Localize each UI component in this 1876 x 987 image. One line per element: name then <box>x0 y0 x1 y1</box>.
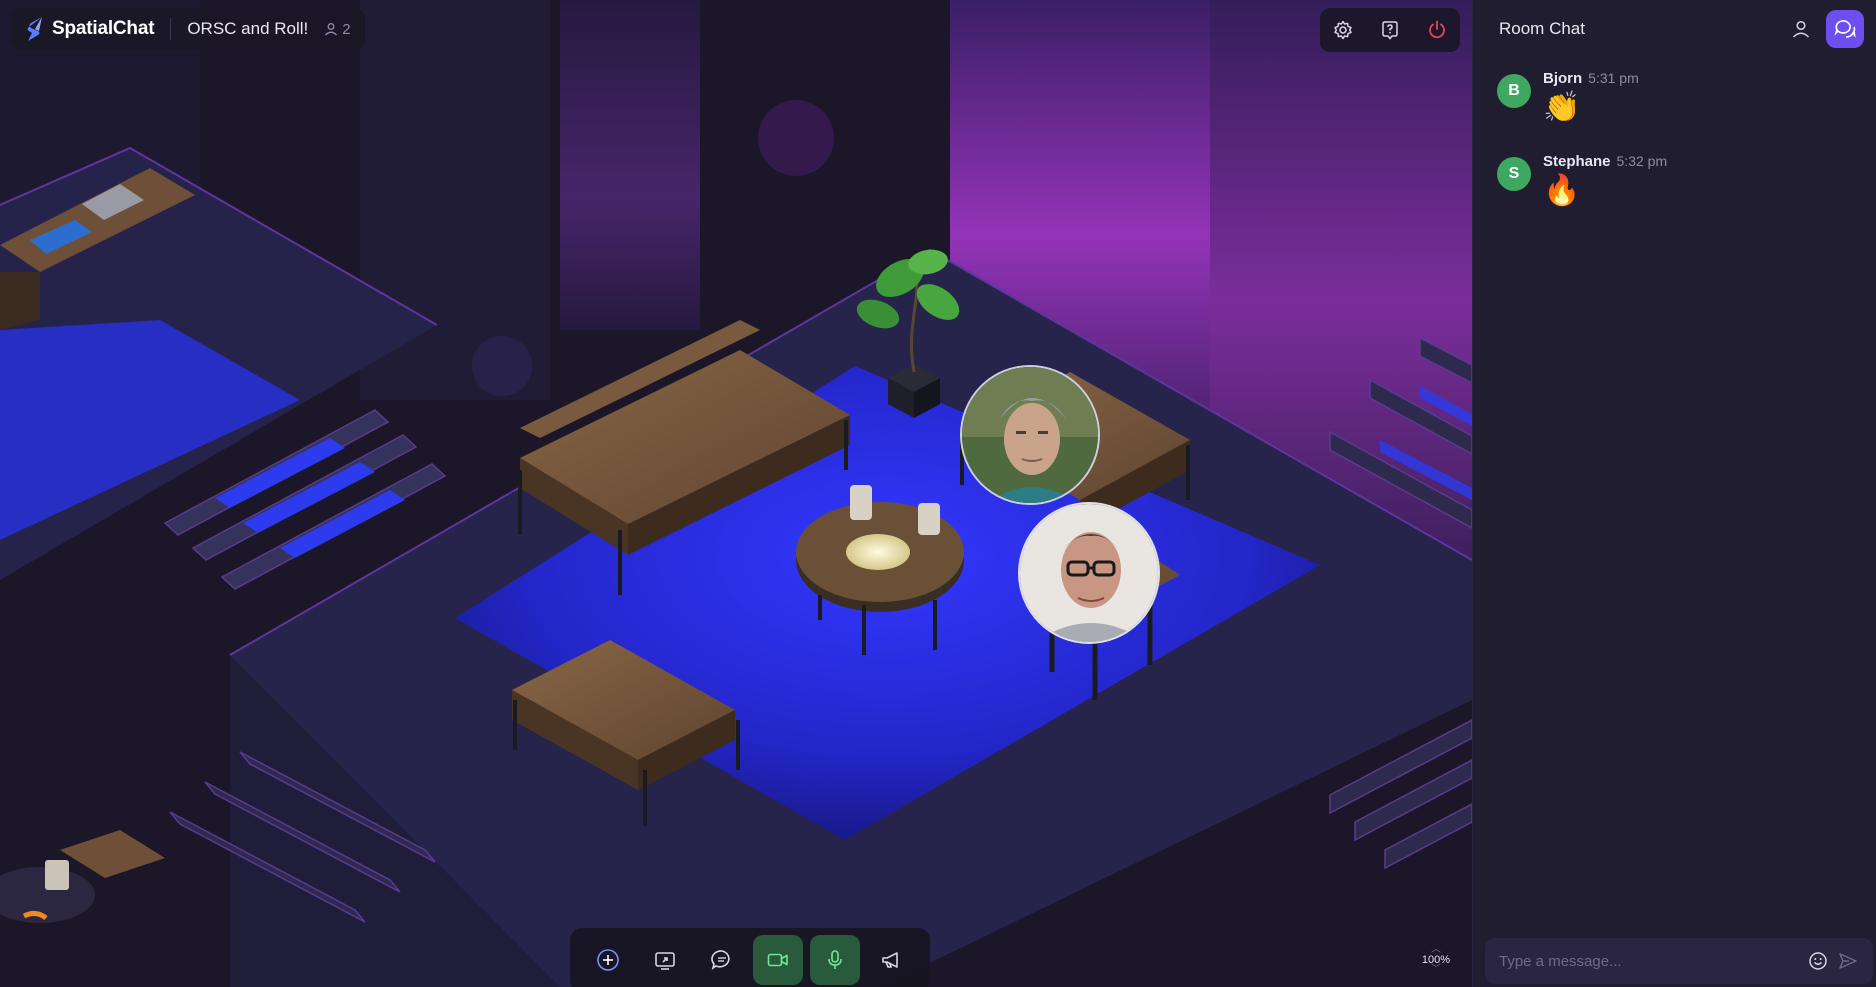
plus-circle-icon <box>597 949 620 971</box>
participant-video-avatar-1[interactable] <box>960 365 1100 505</box>
participant-count-value: 2 <box>342 20 351 38</box>
emoji-smile-icon <box>1809 952 1827 970</box>
chat-bubble-icon <box>710 950 730 970</box>
add-button[interactable] <box>583 935 633 985</box>
room-name[interactable]: ORSC and Roll! <box>187 19 308 39</box>
emoji-button[interactable] <box>1803 946 1833 976</box>
microphone-icon <box>828 950 842 969</box>
message-author: Bjorn <box>1543 70 1583 87</box>
room-chat-panel: Room Chat B Bjorn 5:31 pm 👏 S Stephane 5… <box>1472 0 1876 987</box>
gear-icon <box>1334 20 1353 40</box>
screen-share-icon <box>655 952 675 970</box>
message-time: 5:31 pm <box>1588 70 1639 86</box>
settings-button[interactable] <box>1328 15 1358 45</box>
room-stage[interactable]: SpatialChat ORSC and Roll! 2 ︿ 100% ﹀ <box>0 0 1472 987</box>
message-input[interactable] <box>1499 952 1803 970</box>
broadcast-button[interactable] <box>867 935 917 985</box>
message-author: Stephane <box>1543 153 1611 170</box>
chat-message: S Stephane 5:32 pm 🔥 <box>1497 153 1852 210</box>
brand-name: SpatialChat <box>52 18 155 39</box>
participant-count[interactable]: 2 <box>324 20 351 38</box>
person-icon <box>1792 20 1810 38</box>
isometric-room-scene[interactable] <box>0 0 1472 987</box>
leave-room-button[interactable] <box>1422 15 1452 45</box>
chat-message: B Bjorn 5:31 pm 👏 <box>1497 70 1852 127</box>
participant-video-avatar-2[interactable] <box>1018 502 1160 644</box>
chat-header: Room Chat <box>1473 0 1876 58</box>
participant-face-icon <box>1020 504 1158 642</box>
microphone-button[interactable] <box>809 935 860 985</box>
share-screen-button[interactable] <box>640 935 690 985</box>
power-icon <box>1428 20 1445 39</box>
spatialchat-logo-icon <box>27 17 42 41</box>
help-button[interactable] <box>1375 15 1405 45</box>
camera-button[interactable] <box>753 935 804 985</box>
room-controls <box>1320 8 1460 52</box>
zoom-control[interactable]: ︿ 100% ﹀ <box>1414 938 1458 982</box>
video-camera-icon <box>767 953 789 967</box>
chat-title: Room Chat <box>1499 19 1585 38</box>
room-header-bar: SpatialChat ORSC and Roll! 2 <box>12 8 365 50</box>
message-body: 🔥 <box>1543 174 1581 207</box>
send-arrow-icon <box>1839 953 1857 969</box>
avatar: B <box>1497 74 1531 108</box>
person-icon <box>325 23 338 36</box>
send-button[interactable] <box>1833 946 1863 976</box>
message-body: 👏 <box>1543 91 1581 124</box>
chat-message-list: B Bjorn 5:31 pm 👏 S Stephane 5:32 pm � <box>1473 58 1876 248</box>
spatialchat-app: SpatialChat ORSC and Roll! 2 ︿ 100% ﹀ Ro… <box>0 0 1876 987</box>
chat-bubbles-icon <box>1834 20 1856 38</box>
spatialchat-logo[interactable]: SpatialChat <box>26 15 155 43</box>
participant-face-icon <box>962 367 1098 503</box>
chat-toggle-button[interactable] <box>1826 10 1864 48</box>
zoom-in-chevron-icon[interactable]: ︿ <box>1431 945 1441 955</box>
message-composer <box>1485 938 1873 984</box>
chat-bubble-button[interactable] <box>697 935 747 985</box>
megaphone-icon <box>881 952 898 968</box>
header-divider <box>170 18 172 40</box>
help-question-icon <box>1382 21 1398 40</box>
message-time: 5:32 pm <box>1616 153 1668 169</box>
avatar: S <box>1497 157 1531 191</box>
participants-button[interactable] <box>1786 14 1816 44</box>
bottom-toolbar <box>570 928 930 987</box>
zoom-out-chevron-icon[interactable]: ﹀ <box>1431 965 1441 975</box>
